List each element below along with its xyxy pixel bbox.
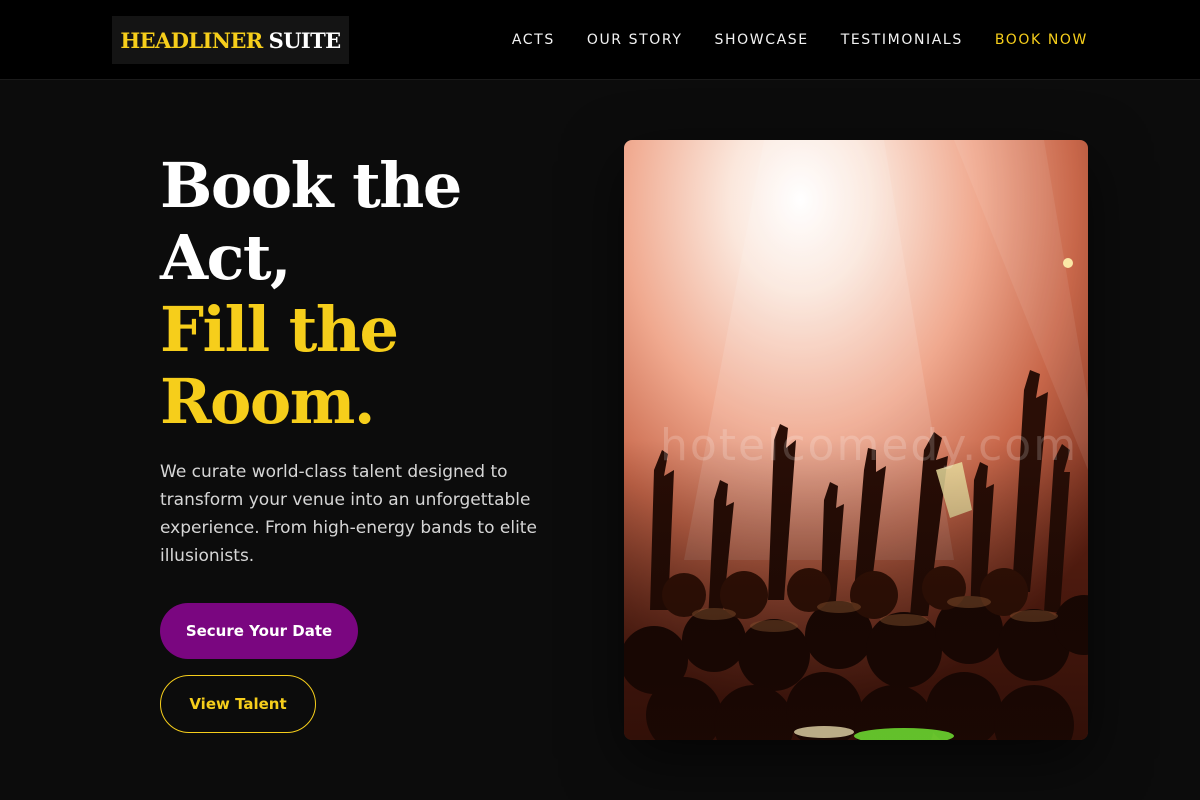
hero-heading-line-2: Act, xyxy=(160,221,292,294)
nav-link-acts[interactable]: ACTS xyxy=(512,32,555,48)
main-nav: ACTS OUR STORY SHOWCASE TESTIMONIALS BOO… xyxy=(480,0,1088,80)
brand-name-rest: SUITE xyxy=(268,27,342,53)
hero-heading-highlight-1: Fill the xyxy=(160,293,399,366)
hero-heading: Book the Act, Fill the Room. xyxy=(160,150,580,438)
nav-link-testimonials[interactable]: TESTIMONIALS xyxy=(841,32,963,48)
brand-logo[interactable]: HEADLINER SUITE xyxy=(112,16,349,64)
view-talent-button[interactable]: View Talent xyxy=(160,675,316,733)
hero-description: We curate world-class talent designed to… xyxy=(160,462,537,566)
secure-your-date-button[interactable]: Secure Your Date xyxy=(160,603,358,659)
hero-heading-line-1: Book the xyxy=(160,149,462,222)
site-header: HEADLINER SUITE ACTS OUR STORY SHOWCASE … xyxy=(0,0,1200,80)
nav-link-book-now[interactable]: BOOK NOW xyxy=(995,32,1088,48)
brand-name-accent: HEADLINER xyxy=(120,27,263,53)
image-watermark: hotelcomedy.com xyxy=(660,420,1079,471)
hero-heading-highlight-2: Room. xyxy=(160,365,375,438)
nav-link-our-story[interactable]: OUR STORY xyxy=(587,32,683,48)
nav-link-showcase[interactable]: SHOWCASE xyxy=(715,32,809,48)
